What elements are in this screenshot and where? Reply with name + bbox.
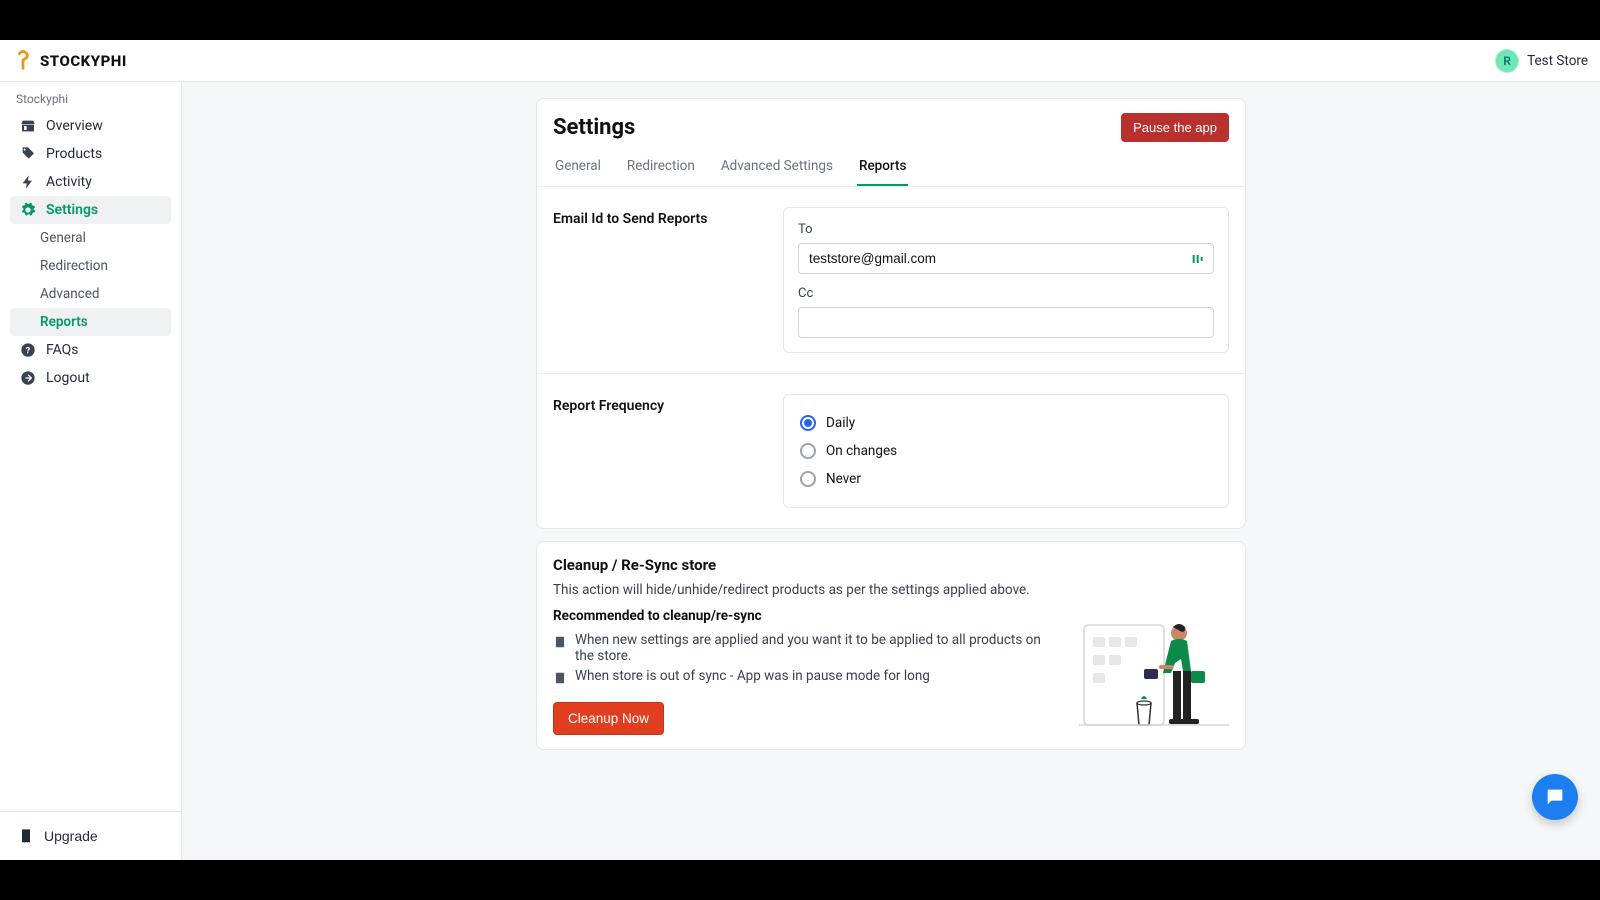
brand-logo-icon	[12, 50, 34, 72]
sidebar-item-label: Overview	[46, 118, 103, 134]
store-name: Test Store	[1527, 53, 1588, 69]
brand-name: STOCKYPHI	[40, 52, 127, 70]
sidebar-item-overview[interactable]: Overview	[10, 112, 171, 140]
sidebar-item-settings[interactable]: Settings	[10, 196, 171, 224]
email-section: Email Id to Send Reports To	[537, 187, 1245, 373]
tab-advanced-settings[interactable]: Advanced Settings	[719, 150, 835, 186]
cleanup-bullet: When new settings are applied and you wa…	[553, 632, 1059, 664]
sidebar-item-activity[interactable]: Activity	[10, 168, 171, 196]
settings-card: Settings Pause the app General Redirecti…	[536, 98, 1246, 529]
radio-icon	[800, 443, 816, 459]
sidebar-item-faqs[interactable]: ? FAQs	[10, 336, 171, 364]
chat-icon	[1544, 786, 1566, 808]
tab-reports[interactable]: Reports	[857, 150, 909, 186]
cc-email-input[interactable]	[798, 307, 1214, 338]
store-avatar: R	[1495, 49, 1519, 73]
sidebar-item-label: Settings	[46, 202, 98, 218]
cleanup-now-button[interactable]: Cleanup Now	[553, 702, 664, 735]
sidebar-subitem-general[interactable]: General	[10, 224, 171, 252]
tab-general[interactable]: General	[553, 150, 603, 186]
sidebar-item-logout[interactable]: Logout	[10, 364, 171, 392]
sidebar-heading: Stockyphi	[6, 88, 175, 112]
to-label: To	[798, 222, 1214, 237]
bolt-icon	[20, 174, 36, 190]
upgrade-label: Upgrade	[44, 828, 98, 844]
radio-icon	[800, 471, 816, 487]
store-icon	[20, 118, 36, 134]
cleanup-title: Cleanup / Re-Sync store	[553, 556, 1059, 574]
radio-on-changes[interactable]: On changes	[798, 437, 1214, 465]
tag-icon	[20, 146, 36, 162]
note-icon	[553, 634, 567, 648]
radio-daily[interactable]: Daily	[798, 409, 1214, 437]
email-section-label: Email Id to Send Reports	[553, 211, 783, 227]
logout-icon	[20, 370, 36, 386]
sidebar-subitem-redirection[interactable]: Redirection	[10, 252, 171, 280]
sidebar-item-products[interactable]: Products	[10, 140, 171, 168]
main: Settings Pause the app General Redirecti…	[182, 82, 1600, 860]
cleanup-illustration	[1079, 556, 1229, 735]
sidebar-subitem-advanced[interactable]: Advanced	[10, 280, 171, 308]
sidebar-item-label: Products	[46, 146, 102, 162]
page-title: Settings	[553, 115, 635, 140]
tab-redirection[interactable]: Redirection	[625, 150, 697, 186]
radio-never[interactable]: Never	[798, 465, 1214, 493]
cleanup-subheading: Recommended to cleanup/re-sync	[553, 608, 1059, 624]
cc-label: Cc	[798, 286, 1214, 301]
radio-icon	[800, 415, 816, 431]
cleanup-desc: This action will hide/unhide/redirect pr…	[553, 582, 1059, 598]
topbar: STOCKYPHI R Test Store	[0, 40, 1600, 82]
sidebar: Stockyphi Overview Products Activity Set…	[0, 82, 182, 860]
receipt-icon	[18, 828, 34, 844]
store-chip[interactable]: R Test Store	[1495, 49, 1588, 73]
frequency-section-label: Report Frequency	[553, 398, 783, 414]
question-icon: ?	[20, 342, 36, 358]
frequency-section: Report Frequency Daily On changes	[537, 373, 1245, 528]
sidebar-item-label: Activity	[46, 174, 92, 190]
sidebar-item-label: Logout	[46, 370, 90, 386]
chat-bubble-button[interactable]	[1532, 774, 1578, 820]
cleanup-card: Cleanup / Re-Sync store This action will…	[536, 541, 1246, 750]
to-email-input[interactable]	[798, 243, 1214, 274]
cleanup-bullet: When store is out of sync - App was in p…	[553, 668, 1059, 684]
upgrade-button[interactable]: Upgrade	[10, 822, 171, 850]
brand: STOCKYPHI	[12, 50, 127, 72]
key-icon[interactable]	[1190, 251, 1206, 267]
note-icon	[553, 670, 567, 684]
pause-app-button[interactable]: Pause the app	[1121, 113, 1229, 142]
tabs: General Redirection Advanced Settings Re…	[537, 142, 1245, 187]
sidebar-subitem-reports[interactable]: Reports	[10, 308, 171, 336]
gear-icon	[20, 202, 36, 218]
svg-text:?: ?	[26, 345, 31, 356]
sidebar-item-label: FAQs	[46, 342, 79, 358]
